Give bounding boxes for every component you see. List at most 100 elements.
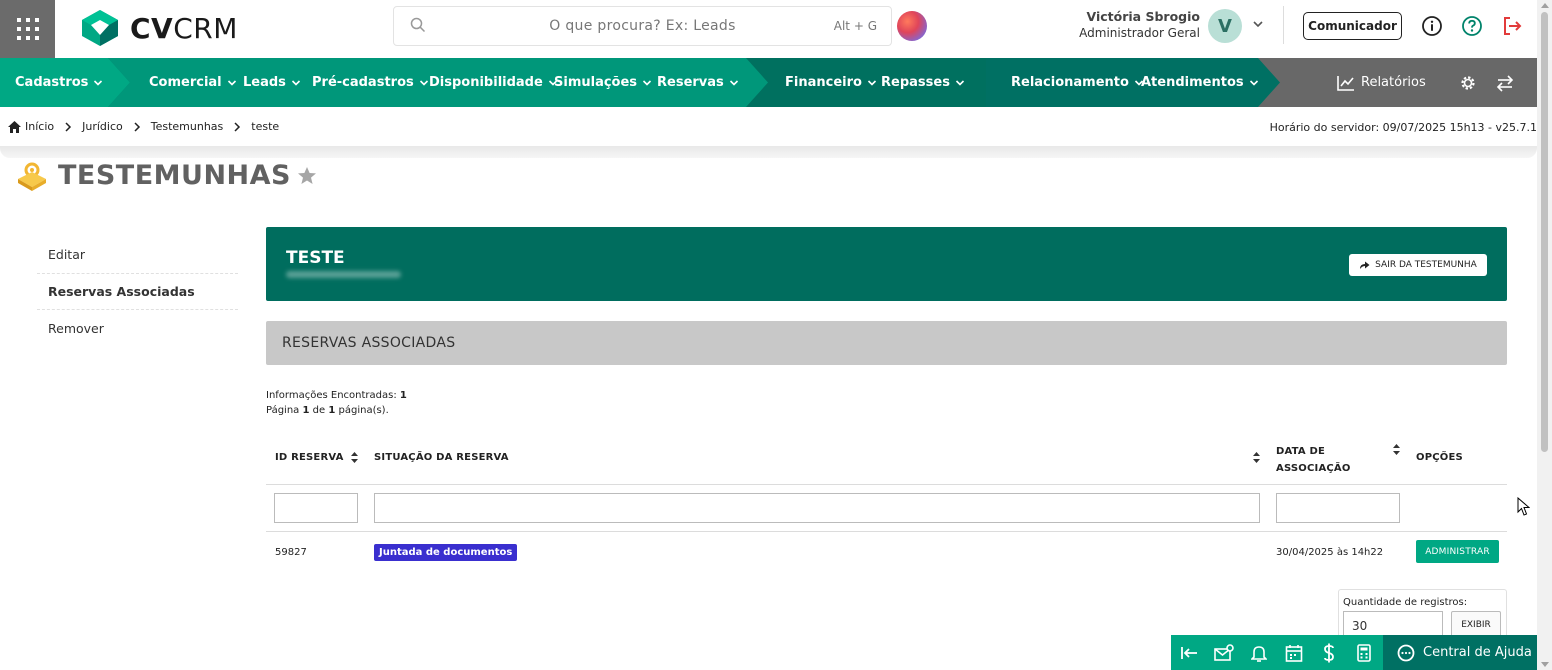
witness-email-redacted xyxy=(286,271,401,278)
records-label: Quantidade de registros: xyxy=(1343,597,1468,608)
row-id: 59827 xyxy=(275,547,307,558)
sort-icon[interactable] xyxy=(1393,444,1400,455)
nav-reservas[interactable]: Reservas xyxy=(657,58,739,107)
chevron-down-icon xyxy=(1249,79,1258,86)
sort-icon[interactable] xyxy=(1253,452,1260,463)
status-badge: Juntada de documentos xyxy=(374,544,518,561)
cvcrm-logo[interactable]: CVCRM xyxy=(80,8,238,48)
sort-icon[interactable] xyxy=(351,452,358,463)
page-title: TESTEMUNHAS xyxy=(16,160,317,191)
page-title-text: TESTEMUNHAS xyxy=(58,160,291,191)
mouse-cursor-icon xyxy=(1517,497,1530,516)
nav-atendimentos[interactable]: Atendimentos xyxy=(1141,58,1259,107)
grid-icon xyxy=(16,18,39,40)
breadcrumb-juridico[interactable]: Jurídico xyxy=(82,120,123,133)
server-time: Horário do servidor: 09/07/2025 15h13 - … xyxy=(1269,121,1537,134)
app-grid-button[interactable] xyxy=(0,0,55,58)
user-role: Administrador Geral xyxy=(1079,26,1200,40)
calendar-icon[interactable] xyxy=(1276,635,1311,670)
row-date: 30/04/2025 às 14h22 xyxy=(1276,547,1384,558)
side-item-editar[interactable]: Editar xyxy=(37,236,238,273)
witness-icon xyxy=(18,162,46,191)
nav-simulacoes[interactable]: Simulações xyxy=(554,58,652,107)
page-scrollbar[interactable] xyxy=(1537,0,1552,670)
nav-relacionamento[interactable]: Relacionamento xyxy=(1011,58,1144,107)
table-header-divider xyxy=(266,484,1507,485)
chevron-down-icon[interactable] xyxy=(1252,18,1264,30)
chevron-right-icon xyxy=(65,121,72,132)
user-name: Victória Sbrogio xyxy=(1086,9,1200,24)
side-item-reservas-associadas[interactable]: Reservas Associadas xyxy=(37,273,238,310)
info-icon[interactable] xyxy=(1421,15,1443,37)
bell-icon[interactable] xyxy=(1241,635,1276,670)
chevron-right-icon xyxy=(134,121,140,132)
chevron-down-icon xyxy=(419,79,428,86)
divider-bar xyxy=(0,146,1537,158)
logo-text: CVCRM xyxy=(130,11,238,45)
nav-repasses[interactable]: Repasses xyxy=(881,58,965,107)
mail-settings-icon[interactable] xyxy=(1206,635,1241,670)
witness-card: TESTE SAIR DA TESTEMUNHA xyxy=(266,227,1507,301)
quick-dock xyxy=(1171,635,1383,670)
chart-line-icon xyxy=(1337,75,1354,91)
col-header-date[interactable]: DATA DE ASSOCIAÇÃO xyxy=(1276,443,1351,477)
user-info[interactable]: Victória Sbrogio Administrador Geral xyxy=(1060,9,1200,40)
chevron-down-icon xyxy=(94,79,103,86)
share-arrow-icon xyxy=(1360,261,1370,269)
col-header-status[interactable]: SITUAÇÃO DA RESERVA xyxy=(374,452,509,463)
nav-disponibilidade[interactable]: Disponibilidade xyxy=(429,58,558,107)
avatar[interactable]: V xyxy=(1208,9,1242,43)
top-header: CVCRM O que procura? Ex: Leads Alt + G V… xyxy=(0,0,1552,58)
witness-name: TESTE xyxy=(286,248,345,268)
breadcrumb-testemunhas[interactable]: Testemunhas xyxy=(151,120,224,133)
nav-cadastros[interactable]: Cadastros xyxy=(15,58,103,107)
col-header-id[interactable]: ID RESERVA xyxy=(275,452,344,463)
chat-icon xyxy=(1397,644,1415,661)
dollar-icon[interactable] xyxy=(1311,635,1346,670)
breadcrumb-inicio[interactable]: Início xyxy=(25,120,54,133)
breadcrumb-current: teste xyxy=(251,120,280,133)
chevron-down-icon xyxy=(227,79,236,86)
logo-icon xyxy=(82,10,118,46)
nav-relatorios[interactable]: Relatórios xyxy=(1337,58,1426,107)
header-divider xyxy=(1283,6,1284,44)
search-placeholder: O que procura? Ex: Leads xyxy=(549,18,736,34)
nav-comercial[interactable]: Comercial xyxy=(149,58,237,107)
nav-pre-cadastros[interactable]: Pré-cadastros xyxy=(312,58,429,107)
chevron-down-icon xyxy=(291,79,300,86)
filter-divider xyxy=(266,531,1507,532)
results-info: Informações Encontradas: 1 Página 1 de 1… xyxy=(266,390,407,416)
status-globe-icon[interactable] xyxy=(897,11,927,41)
section-header: RESERVAS ASSOCIADAS xyxy=(266,321,1507,365)
chevron-right-icon xyxy=(234,121,241,132)
swap-icon[interactable] xyxy=(1496,74,1514,92)
chevron-down-icon xyxy=(867,79,877,86)
breadcrumb: Início Jurídico Testemunhas teste xyxy=(8,120,279,133)
global-search[interactable]: O que procura? Ex: Leads Alt + G xyxy=(393,6,892,46)
chevron-down-icon xyxy=(729,79,738,86)
help-icon[interactable] xyxy=(1461,15,1483,37)
filter-status-input[interactable] xyxy=(374,493,1260,523)
star-icon[interactable] xyxy=(297,166,317,186)
collapse-icon[interactable] xyxy=(1171,635,1206,670)
logout-icon[interactable] xyxy=(1501,15,1523,37)
side-item-remover[interactable]: Remover xyxy=(37,310,238,347)
col-header-options: OPÇÕES xyxy=(1416,452,1463,463)
filter-date-input[interactable] xyxy=(1276,493,1400,523)
side-menu: Editar Reservas Associadas Remover xyxy=(37,236,238,347)
nav-financeiro[interactable]: Financeiro xyxy=(785,58,877,107)
home-icon[interactable] xyxy=(8,120,21,133)
administrar-button[interactable]: ADMINISTRAR xyxy=(1416,540,1499,563)
gear-icon[interactable] xyxy=(1459,74,1477,92)
filter-id-input[interactable] xyxy=(274,493,358,523)
chevron-down-icon xyxy=(955,79,965,86)
found-count: 1 xyxy=(399,390,407,401)
calculator-icon[interactable] xyxy=(1346,635,1381,670)
search-shortcut: Alt + G xyxy=(833,19,877,33)
chevron-down-icon xyxy=(642,79,652,86)
help-center-button[interactable]: Central de Ajuda xyxy=(1383,635,1537,670)
main-nav: Cadastros Comercial Leads Pré-cadastros … xyxy=(0,58,1537,107)
nav-leads[interactable]: Leads xyxy=(243,58,301,107)
comunicador-button[interactable]: Comunicador xyxy=(1303,12,1402,40)
exit-witness-button[interactable]: SAIR DA TESTEMUNHA xyxy=(1349,254,1487,276)
